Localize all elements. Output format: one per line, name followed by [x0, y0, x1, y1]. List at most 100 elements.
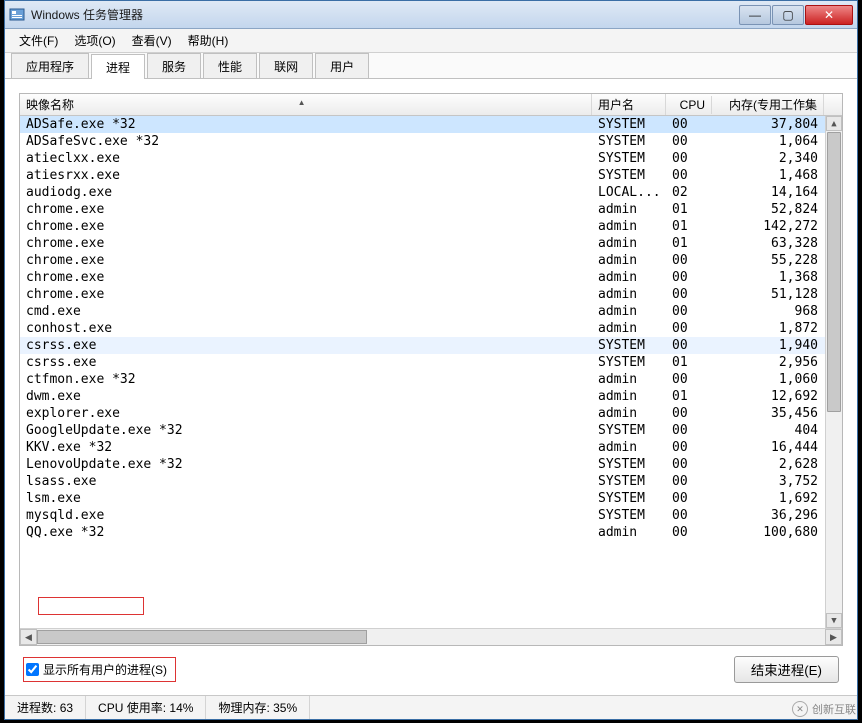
- table-row[interactable]: chrome.exeadmin0163,328: [20, 235, 842, 252]
- tab-networking[interactable]: 联网: [259, 53, 313, 78]
- minimize-button[interactable]: —: [739, 5, 771, 25]
- table-row[interactable]: LenovoUpdate.exe *32SYSTEM002,628: [20, 456, 842, 473]
- show-all-users-checkbox-wrap[interactable]: 显示所有用户的进程(S): [23, 657, 176, 682]
- cell-memory: 968: [712, 304, 824, 319]
- end-process-button[interactable]: 结束进程(E): [734, 656, 839, 683]
- menu-help[interactable]: 帮助(H): [180, 29, 237, 52]
- cell-image-name: chrome.exe: [20, 202, 592, 217]
- horizontal-scrollbar[interactable]: ◀ ▶: [20, 628, 842, 645]
- status-count-value: 63: [60, 701, 73, 715]
- bottom-controls: 显示所有用户的进程(S) 结束进程(E): [19, 646, 843, 691]
- table-row[interactable]: chrome.exeadmin01142,272: [20, 218, 842, 235]
- table-row[interactable]: ADSafe.exe *32SYSTEM0037,804: [20, 116, 842, 133]
- cell-cpu: 00: [666, 440, 712, 455]
- tab-performance[interactable]: 性能: [203, 53, 257, 78]
- horizontal-scroll-thumb[interactable]: [37, 630, 367, 644]
- cell-image-name: conhost.exe: [20, 321, 592, 336]
- cell-user: admin: [592, 202, 666, 217]
- cell-cpu: 00: [666, 406, 712, 421]
- cell-image-name: chrome.exe: [20, 270, 592, 285]
- cell-user: SYSTEM: [592, 168, 666, 183]
- cell-cpu: 00: [666, 270, 712, 285]
- cell-memory: 1,064: [712, 134, 824, 149]
- menu-view[interactable]: 查看(V): [124, 29, 180, 52]
- status-process-count: 进程数: 63: [5, 696, 86, 719]
- cell-user: admin: [592, 253, 666, 268]
- table-row[interactable]: dwm.exeadmin0112,692: [20, 388, 842, 405]
- cell-user: SYSTEM: [592, 423, 666, 438]
- table-row[interactable]: explorer.exeadmin0035,456: [20, 405, 842, 422]
- col-header-image-name-label: 映像名称: [26, 98, 74, 112]
- scroll-up-arrow-icon[interactable]: ▲: [826, 116, 842, 131]
- cell-cpu: 01: [666, 389, 712, 404]
- close-button[interactable]: ✕: [805, 5, 853, 25]
- table-row[interactable]: mysqld.exeSYSTEM0036,296: [20, 507, 842, 524]
- cell-image-name: atieclxx.exe: [20, 151, 592, 166]
- table-row[interactable]: chrome.exeadmin001,368: [20, 269, 842, 286]
- cell-memory: 51,128: [712, 287, 824, 302]
- tab-applications[interactable]: 应用程序: [11, 53, 89, 78]
- tab-processes[interactable]: 进程: [91, 54, 145, 79]
- table-row[interactable]: GoogleUpdate.exe *32SYSTEM00404: [20, 422, 842, 439]
- cell-memory: 36,296: [712, 508, 824, 523]
- table-row[interactable]: csrss.exeSYSTEM012,956: [20, 354, 842, 371]
- scroll-right-arrow-icon[interactable]: ▶: [825, 629, 842, 645]
- vertical-scroll-thumb[interactable]: [827, 132, 841, 412]
- cell-memory: 12,692: [712, 389, 824, 404]
- table-row[interactable]: conhost.exeadmin001,872: [20, 320, 842, 337]
- cell-cpu: 00: [666, 491, 712, 506]
- cell-user: SYSTEM: [592, 134, 666, 149]
- table-row[interactable]: lsm.exeSYSTEM001,692: [20, 490, 842, 507]
- col-header-cpu[interactable]: CPU: [666, 96, 712, 114]
- cell-image-name: KKV.exe *32: [20, 440, 592, 455]
- table-row[interactable]: cmd.exeadmin00968: [20, 303, 842, 320]
- status-physical-memory: 物理内存: 35%: [206, 696, 310, 719]
- table-row[interactable]: csrss.exeSYSTEM001,940: [20, 337, 842, 354]
- cell-cpu: 00: [666, 338, 712, 353]
- cell-cpu: 00: [666, 423, 712, 438]
- cell-image-name: chrome.exe: [20, 287, 592, 302]
- cell-user: admin: [592, 525, 666, 540]
- show-all-users-checkbox[interactable]: [26, 663, 39, 676]
- horizontal-scroll-track[interactable]: [37, 629, 825, 645]
- table-row[interactable]: chrome.exeadmin0055,228: [20, 252, 842, 269]
- maximize-button[interactable]: ▢: [772, 5, 804, 25]
- col-header-image-name[interactable]: 映像名称 ▲: [20, 94, 592, 115]
- scroll-left-arrow-icon[interactable]: ◀: [20, 629, 37, 645]
- tab-services[interactable]: 服务: [147, 53, 201, 78]
- cell-cpu: 00: [666, 525, 712, 540]
- tab-users[interactable]: 用户: [315, 53, 369, 78]
- table-row[interactable]: atiesrxx.exeSYSTEM001,468: [20, 167, 842, 184]
- table-row[interactable]: QQ.exe *32admin00100,680: [20, 524, 842, 541]
- cell-user: admin: [592, 440, 666, 455]
- cell-cpu: 01: [666, 355, 712, 370]
- cell-image-name: lsass.exe: [20, 474, 592, 489]
- cell-memory: 2,628: [712, 457, 824, 472]
- tabs: 应用程序 进程 服务 性能 联网 用户: [5, 53, 857, 79]
- menu-options[interactable]: 选项(O): [66, 29, 123, 52]
- table-row[interactable]: ctfmon.exe *32admin001,060: [20, 371, 842, 388]
- app-icon: [9, 7, 25, 23]
- titlebar[interactable]: Windows 任务管理器 — ▢ ✕: [5, 1, 857, 29]
- table-row[interactable]: lsass.exeSYSTEM003,752: [20, 473, 842, 490]
- menu-file[interactable]: 文件(F): [11, 29, 66, 52]
- table-row[interactable]: atieclxx.exeSYSTEM002,340: [20, 150, 842, 167]
- vertical-scrollbar[interactable]: ▲ ▼: [825, 116, 842, 628]
- table-row[interactable]: audiodg.exeLOCAL...0214,164: [20, 184, 842, 201]
- cell-memory: 1,692: [712, 491, 824, 506]
- table-row[interactable]: KKV.exe *32admin0016,444: [20, 439, 842, 456]
- table-row[interactable]: ADSafeSvc.exe *32SYSTEM001,064: [20, 133, 842, 150]
- cell-cpu: 02: [666, 185, 712, 200]
- cell-cpu: 00: [666, 287, 712, 302]
- cell-image-name: dwm.exe: [20, 389, 592, 404]
- cell-user: admin: [592, 287, 666, 302]
- table-row[interactable]: chrome.exeadmin0152,824: [20, 201, 842, 218]
- cell-memory: 16,444: [712, 440, 824, 455]
- scroll-down-arrow-icon[interactable]: ▼: [826, 613, 842, 628]
- col-header-user[interactable]: 用户名: [592, 94, 666, 115]
- cell-memory: 52,824: [712, 202, 824, 217]
- table-row[interactable]: chrome.exeadmin0051,128: [20, 286, 842, 303]
- col-header-memory[interactable]: 内存(专用工作集: [712, 94, 824, 115]
- cell-user: admin: [592, 389, 666, 404]
- cell-memory: 1,940: [712, 338, 824, 353]
